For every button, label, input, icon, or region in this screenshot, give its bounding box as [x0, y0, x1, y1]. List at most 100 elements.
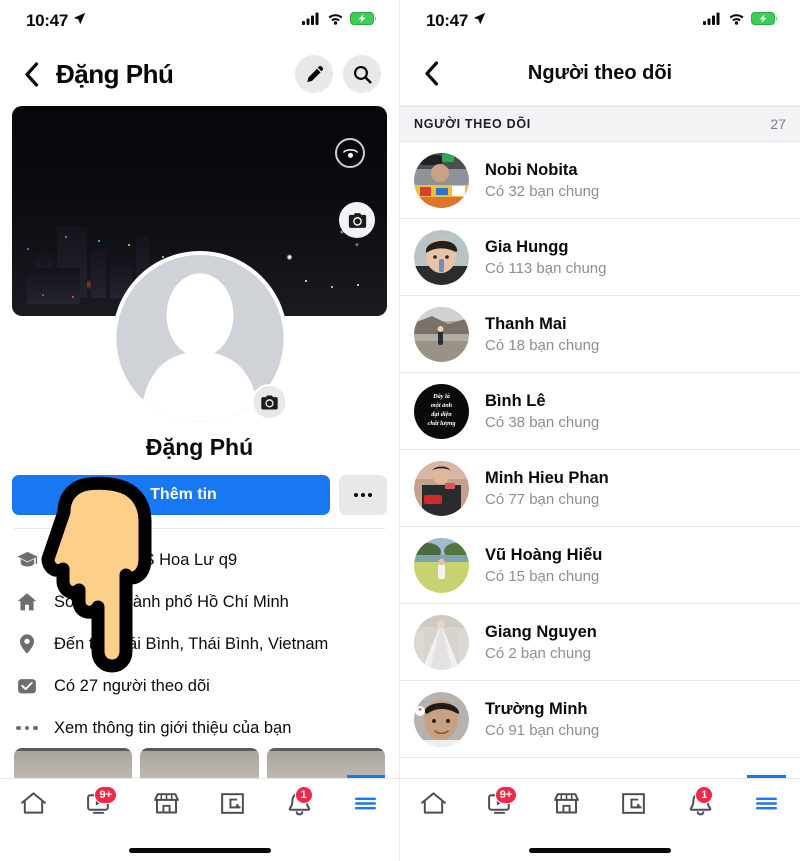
tab-marketplace[interactable] [533, 789, 600, 818]
info-text: Có 27 người theo dõi [54, 676, 210, 695]
tab-notifications[interactable]: 1 [266, 785, 333, 818]
cover-camera-button[interactable] [339, 202, 375, 238]
follower-name: Gia Hungg [485, 237, 569, 256]
store-icon [153, 792, 179, 813]
gaming-icon [622, 792, 645, 814]
list-item[interactable]: Nobi Nobita Có 32 bạn chung [400, 142, 800, 219]
photo-thumb[interactable] [14, 748, 133, 778]
followers-box-icon [14, 675, 40, 697]
search-button[interactable] [343, 55, 381, 93]
follower-name: Trường Minh [485, 699, 588, 718]
mutual-friends: Có 77 bạn chung [485, 490, 600, 508]
hamburger-icon [355, 797, 377, 809]
avatar[interactable] [414, 306, 469, 362]
store-icon [554, 792, 580, 813]
tab-watch[interactable]: 9+ [67, 785, 134, 818]
mutual-friends: Có 15 bạn chung [485, 567, 600, 585]
section-count: 27 [770, 116, 786, 132]
avatar-text: Đây là một ảnh đại diện chất lượng [427, 393, 456, 427]
battery-charging-icon [751, 12, 778, 30]
home-icon [20, 791, 46, 814]
info-row-current-city[interactable]: Sống tại thành phố Hồ Chí Minh [14, 581, 385, 623]
location-arrow-icon [73, 12, 86, 30]
mutual-friends: Có 2 bạn chung [485, 644, 591, 662]
mutual-friends: Có 32 bạn chung [485, 182, 600, 200]
camera-icon [260, 395, 278, 409]
notifications-badge: 1 [294, 785, 313, 804]
camera-icon [348, 212, 366, 228]
profile-nav-bar: Đặng Phú [0, 42, 399, 106]
add-story-button[interactable]: Thêm tin [12, 475, 330, 515]
profile-actions: Thêm tin [0, 461, 399, 515]
graduation-cap-icon [14, 549, 40, 572]
tab-menu[interactable] [733, 774, 800, 818]
back-button[interactable] [18, 61, 44, 87]
home-icon [420, 791, 446, 814]
list-item[interactable]: Trường Minh Có 91 bạn chung [400, 681, 800, 758]
list-item[interactable]: Vũ Hoàng Hiếu Có 15 bạn chung [400, 527, 800, 604]
follower-name: Giang Nguyen [485, 622, 597, 641]
mutual-friends: Có 38 bạn chung [485, 413, 600, 431]
cover-photo-area[interactable] [0, 106, 399, 426]
photo-thumb[interactable] [140, 748, 259, 778]
photo-strip-peek[interactable] [14, 748, 385, 778]
section-header: NGƯỜI THEO DÕI 27 [400, 106, 800, 142]
cellular-bars-icon [703, 12, 722, 30]
list-item[interactable]: Minh Hieu Phan Có 77 bạn chung [400, 450, 800, 527]
profile-info-list: Học tại THCS Hoa Lư q9 Sống tại thành ph… [0, 529, 399, 749]
avatar[interactable] [414, 460, 469, 516]
more-options-button[interactable] [339, 475, 387, 515]
list-item[interactable]: Giang Nguyen Có 2 bạn chung [400, 604, 800, 681]
list-item[interactable]: Gia Hungg Có 113 bạn chung [400, 219, 800, 296]
watch-badge: 9+ [94, 785, 117, 804]
list-item[interactable]: Thanh Mai Có 18 bạn chung [400, 296, 800, 373]
info-text: Học tại THCS Hoa Lư q9 [54, 550, 238, 569]
ellipsis-icon [354, 493, 372, 497]
tab-marketplace[interactable] [133, 789, 200, 818]
tab-watch[interactable]: 9+ [467, 785, 534, 818]
hamburger-icon [756, 797, 778, 809]
chevron-left-icon [424, 61, 438, 86]
cellular-bars-icon [302, 12, 321, 30]
follower-name: Thanh Mai [485, 314, 567, 333]
profile-name: Đặng Phú [145, 434, 254, 460]
info-row-followers[interactable]: Có 27 người theo dõi [14, 665, 385, 707]
add-story-label: Thêm tin [150, 486, 217, 503]
status-bar-left: 10:47 [0, 0, 399, 42]
search-icon [353, 65, 372, 84]
avatar[interactable]: Đây là một ảnh đại diện chất lượng [414, 383, 469, 439]
info-row-see-about[interactable]: Xem thông tin giới thiệu của bạn [14, 707, 385, 749]
tab-menu[interactable] [333, 774, 400, 818]
tab-notifications[interactable]: 1 [667, 785, 734, 818]
tab-gaming[interactable] [200, 789, 267, 818]
list-item[interactable]: Đây là một ảnh đại diện chất lượng Bình … [400, 373, 800, 450]
info-row-education[interactable]: Học tại THCS Hoa Lư q9 [14, 539, 385, 581]
follower-name: Bình Lê [485, 391, 546, 410]
avatar[interactable] [414, 691, 469, 747]
avatar-wrapper[interactable] [112, 251, 287, 426]
page-title: Đặng Phú [56, 58, 174, 89]
info-text: Đến từ Thái Bình, Thái Bình, Vietnam [54, 634, 329, 653]
photo-thumb[interactable] [266, 748, 385, 778]
avatar[interactable] [414, 229, 469, 285]
info-text: Xem thông tin giới thiệu của bạn [54, 718, 292, 737]
notifications-badge: 1 [695, 785, 714, 804]
tab-home[interactable] [0, 789, 67, 818]
watch-badge: 9+ [494, 785, 518, 804]
follower-name: Minh Hieu Phan [485, 468, 609, 487]
panorama-icon[interactable] [335, 138, 365, 168]
tab-gaming[interactable] [600, 789, 667, 818]
avatar[interactable] [414, 152, 469, 208]
edit-profile-button[interactable] [295, 55, 333, 93]
avatar[interactable] [414, 614, 469, 670]
avatar[interactable] [414, 537, 469, 593]
tab-home[interactable] [400, 789, 467, 818]
info-row-hometown[interactable]: Đến từ Thái Bình, Thái Bình, Vietnam [14, 623, 385, 665]
status-bar-right: 10:47 [400, 0, 800, 42]
back-button[interactable] [418, 61, 444, 86]
followers-screen: 10:47 Người theo dõi NGƯỜI THEO DÕI 27 N… [400, 0, 800, 861]
battery-charging-icon [350, 12, 377, 30]
pencil-icon [306, 65, 323, 82]
profile-screen: 10:47 Đặng Phú Đặng Phú Thêm tin Học tại… [0, 0, 400, 861]
avatar-camera-button[interactable] [251, 384, 287, 420]
